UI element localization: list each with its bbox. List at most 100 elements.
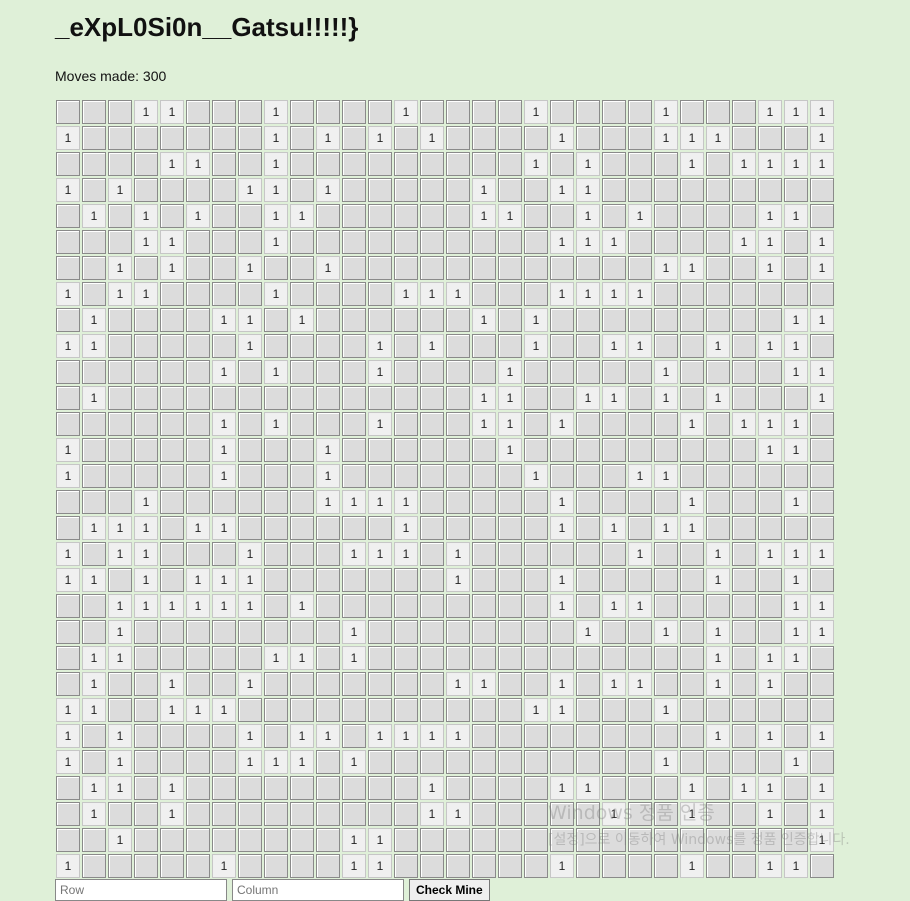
board-cell[interactable] xyxy=(420,542,444,566)
board-cell[interactable]: 1 xyxy=(394,516,418,540)
board-cell[interactable] xyxy=(784,724,808,748)
board-cell[interactable] xyxy=(394,178,418,202)
board-cell[interactable]: 1 xyxy=(264,126,288,150)
board-cell[interactable] xyxy=(784,126,808,150)
board-cell[interactable] xyxy=(784,178,808,202)
board-cell[interactable] xyxy=(732,516,756,540)
board-cell[interactable]: 1 xyxy=(758,802,782,826)
board-cell[interactable]: 1 xyxy=(108,828,132,852)
board-cell[interactable] xyxy=(524,646,548,670)
board-cell[interactable] xyxy=(316,516,340,540)
board-cell[interactable]: 1 xyxy=(56,438,80,462)
board-cell[interactable] xyxy=(134,854,158,878)
board-cell[interactable] xyxy=(82,256,106,280)
board-cell[interactable] xyxy=(706,152,730,176)
board-cell[interactable]: 1 xyxy=(758,204,782,228)
board-cell[interactable] xyxy=(108,854,132,878)
board-cell[interactable] xyxy=(160,516,184,540)
board-cell[interactable] xyxy=(810,334,834,358)
board-cell[interactable]: 1 xyxy=(784,334,808,358)
board-cell[interactable]: 1 xyxy=(758,256,782,280)
board-cell[interactable] xyxy=(680,334,704,358)
board-cell[interactable] xyxy=(290,802,314,826)
board-cell[interactable] xyxy=(186,750,210,774)
board-cell[interactable] xyxy=(680,542,704,566)
board-cell[interactable]: 1 xyxy=(810,620,834,644)
board-cell[interactable] xyxy=(238,230,262,254)
board-cell[interactable] xyxy=(550,542,574,566)
board-cell[interactable] xyxy=(498,490,522,514)
board-cell[interactable]: 1 xyxy=(108,178,132,202)
board-cell[interactable] xyxy=(160,542,184,566)
board-cell[interactable] xyxy=(758,620,782,644)
board-cell[interactable] xyxy=(706,594,730,618)
board-cell[interactable] xyxy=(238,126,262,150)
board-cell[interactable]: 1 xyxy=(108,282,132,306)
board-cell[interactable] xyxy=(550,360,574,384)
board-cell[interactable] xyxy=(602,100,626,124)
board-cell[interactable] xyxy=(420,178,444,202)
board-cell[interactable] xyxy=(420,438,444,462)
board-cell[interactable] xyxy=(498,724,522,748)
board-cell[interactable] xyxy=(758,308,782,332)
board-cell[interactable] xyxy=(238,438,262,462)
board-cell[interactable] xyxy=(56,776,80,800)
board-cell[interactable] xyxy=(108,672,132,696)
board-cell[interactable] xyxy=(290,152,314,176)
board-cell[interactable] xyxy=(420,516,444,540)
board-cell[interactable]: 1 xyxy=(264,204,288,228)
board-cell[interactable]: 1 xyxy=(368,724,392,748)
board-cell[interactable] xyxy=(134,360,158,384)
board-cell[interactable]: 1 xyxy=(238,672,262,696)
board-cell[interactable]: 1 xyxy=(706,724,730,748)
board-cell[interactable] xyxy=(784,256,808,280)
board-cell[interactable]: 1 xyxy=(498,204,522,228)
board-cell[interactable] xyxy=(680,594,704,618)
board-cell[interactable]: 1 xyxy=(706,646,730,670)
board-cell[interactable] xyxy=(680,282,704,306)
board-cell[interactable] xyxy=(498,802,522,826)
board-cell[interactable] xyxy=(56,828,80,852)
board-cell[interactable] xyxy=(758,178,782,202)
board-cell[interactable]: 1 xyxy=(368,854,392,878)
board-cell[interactable] xyxy=(628,308,652,332)
board-cell[interactable] xyxy=(238,646,262,670)
board-cell[interactable] xyxy=(758,516,782,540)
board-cell[interactable]: 1 xyxy=(82,386,106,410)
board-cell[interactable]: 1 xyxy=(316,178,340,202)
board-cell[interactable] xyxy=(316,672,340,696)
board-cell[interactable]: 1 xyxy=(654,750,678,774)
board-cell[interactable]: 1 xyxy=(550,282,574,306)
board-cell[interactable]: 1 xyxy=(524,464,548,488)
board-cell[interactable] xyxy=(394,620,418,644)
board-cell[interactable] xyxy=(524,412,548,436)
board-cell[interactable] xyxy=(108,100,132,124)
board-cell[interactable] xyxy=(186,360,210,384)
board-cell[interactable]: 1 xyxy=(628,204,652,228)
board-cell[interactable] xyxy=(160,360,184,384)
board-cell[interactable] xyxy=(134,828,158,852)
board-cell[interactable]: 1 xyxy=(784,750,808,774)
board-cell[interactable] xyxy=(550,334,574,358)
board-cell[interactable] xyxy=(498,308,522,332)
board-cell[interactable] xyxy=(316,646,340,670)
board-cell[interactable] xyxy=(524,282,548,306)
board-cell[interactable]: 1 xyxy=(680,802,704,826)
board-cell[interactable] xyxy=(394,776,418,800)
board-cell[interactable]: 1 xyxy=(160,230,184,254)
board-cell[interactable] xyxy=(368,282,392,306)
board-cell[interactable]: 1 xyxy=(784,542,808,566)
board-cell[interactable] xyxy=(654,672,678,696)
board-cell[interactable] xyxy=(628,516,652,540)
board-cell[interactable] xyxy=(810,854,834,878)
board-cell[interactable] xyxy=(368,464,392,488)
board-cell[interactable] xyxy=(472,230,496,254)
board-cell[interactable]: 1 xyxy=(368,490,392,514)
board-cell[interactable]: 1 xyxy=(654,698,678,722)
board-cell[interactable]: 1 xyxy=(784,100,808,124)
board-cell[interactable]: 1 xyxy=(446,282,470,306)
board-cell[interactable] xyxy=(628,802,652,826)
board-cell[interactable] xyxy=(654,854,678,878)
board-cell[interactable] xyxy=(394,750,418,774)
board-cell[interactable] xyxy=(368,568,392,592)
